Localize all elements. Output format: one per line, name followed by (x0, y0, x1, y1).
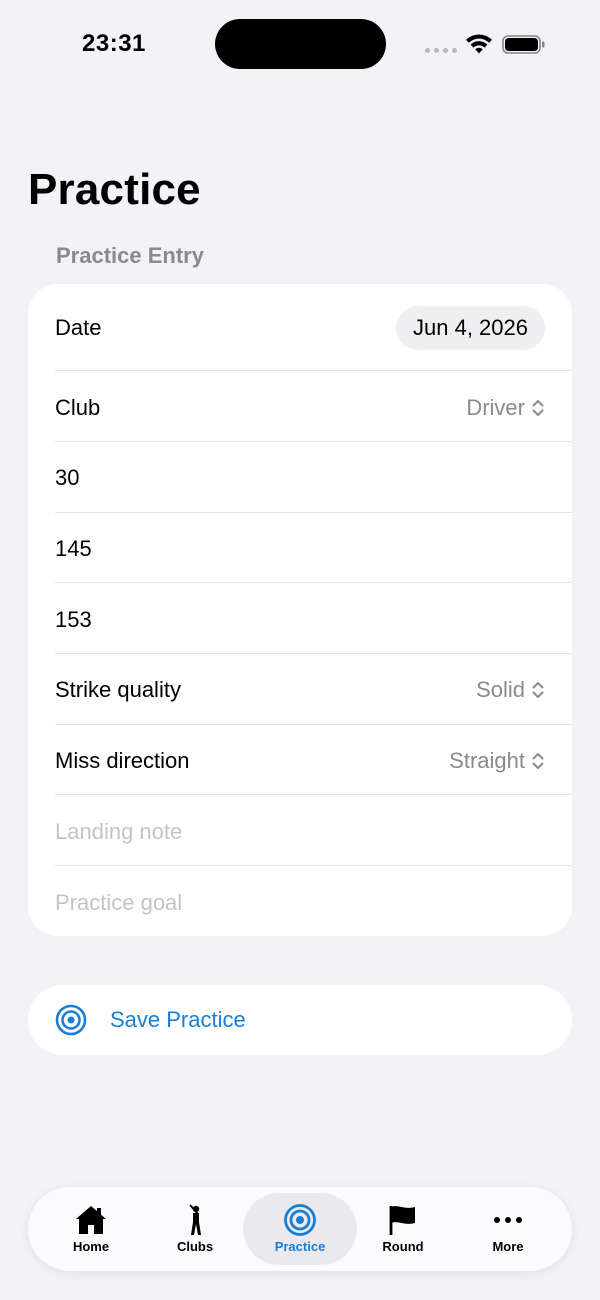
practice-goal-row[interactable]: Practice goal (55, 881, 545, 925)
tab-label: More (492, 1239, 524, 1254)
strike-quality-label: Strike quality (55, 677, 181, 702)
cellular-signal-icon (425, 48, 457, 53)
divider (55, 724, 572, 725)
strike-quality-value: Solid (476, 677, 525, 702)
miss-direction-label: Miss direction (55, 748, 190, 773)
divider (55, 653, 572, 654)
divider (55, 794, 572, 795)
chevron-up-down-icon (532, 753, 544, 769)
tab-round[interactable]: Round (346, 1193, 460, 1265)
miss-direction-picker[interactable]: Straight (449, 748, 545, 774)
golfer-icon (189, 1204, 201, 1235)
chevron-up-down-icon (532, 400, 544, 416)
practice-goal-field[interactable]: Practice goal (55, 890, 182, 916)
miss-direction-row[interactable]: Miss direction Straight (55, 739, 545, 783)
save-practice-label: Save Practice (110, 1007, 246, 1032)
practice-entry-form: Date Jun 4, 2026 Club Driver 30 145 153 (28, 284, 572, 936)
dynamic-island (215, 19, 386, 69)
field-row-3[interactable]: 153 (55, 598, 545, 642)
date-label: Date (55, 315, 102, 340)
tab-label: Practice (274, 1239, 326, 1254)
date-row: Date Jun 4, 2026 (55, 306, 545, 350)
date-picker-button[interactable]: Jun 4, 2026 (396, 306, 545, 350)
target-icon (55, 1004, 87, 1036)
tab-label: Round (382, 1239, 424, 1254)
club-label: Club (55, 395, 101, 420)
tab-label: Clubs (176, 1239, 214, 1254)
landing-note-field[interactable]: Landing note (55, 819, 182, 845)
page-title: Practice (28, 165, 201, 214)
house-icon (76, 1206, 106, 1234)
screen: 23:31 Practice Practice Entry Date Jun 4… (0, 0, 600, 1300)
tab-clubs[interactable]: Clubs (138, 1193, 252, 1265)
flag-icon (389, 1206, 415, 1235)
divider (55, 865, 572, 866)
club-value: Driver (466, 395, 525, 420)
number-field-2[interactable]: 145 (55, 536, 92, 562)
field-row-1[interactable]: 30 (55, 456, 545, 500)
tab-label: Home (72, 1239, 110, 1254)
landing-note-row[interactable]: Landing note (55, 810, 545, 854)
section-header: Practice Entry (56, 243, 204, 268)
miss-direction-value: Straight (449, 748, 525, 773)
wifi-icon (466, 34, 492, 54)
strike-quality-row[interactable]: Strike quality Solid (55, 668, 545, 712)
number-field-1[interactable]: 30 (55, 465, 79, 491)
divider (55, 582, 572, 583)
club-row[interactable]: Club Driver (55, 386, 545, 430)
divider (55, 512, 572, 513)
tab-bar: Home Clubs Practice Round More (28, 1187, 572, 1271)
target-icon (284, 1204, 316, 1236)
number-field-3[interactable]: 153 (55, 607, 92, 633)
battery-icon (502, 35, 545, 54)
club-picker[interactable]: Driver (466, 395, 545, 421)
chevron-up-down-icon (532, 682, 544, 698)
tab-more[interactable]: More (451, 1193, 565, 1265)
tab-home[interactable]: Home (34, 1193, 148, 1265)
tab-practice[interactable]: Practice (243, 1193, 357, 1265)
strike-quality-picker[interactable]: Solid (476, 677, 545, 703)
status-time: 23:31 (82, 30, 146, 57)
ellipsis-icon (494, 1217, 522, 1223)
save-practice-button[interactable]: Save Practice (28, 985, 572, 1055)
divider (55, 370, 572, 371)
divider (55, 441, 572, 442)
field-row-2[interactable]: 145 (55, 527, 545, 571)
